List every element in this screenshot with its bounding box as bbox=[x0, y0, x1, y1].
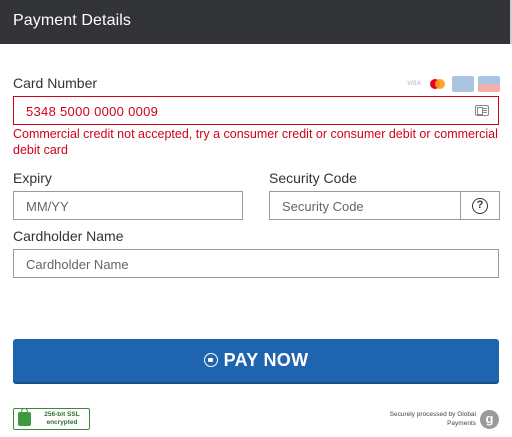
pay-now-label: PAY NOW bbox=[223, 350, 309, 370]
pay-now-content: PAY NOW bbox=[13, 339, 499, 382]
card-icon bbox=[475, 105, 489, 116]
ssl-badge-text: 256-bit SSL encrypted bbox=[44, 411, 80, 426]
security-code-field[interactable]: Security Code bbox=[269, 191, 461, 220]
security-code-placeholder: Security Code bbox=[282, 199, 364, 214]
processor-text: Securely processed by Global Payments bbox=[389, 411, 476, 427]
header-bar: Payment Details bbox=[0, 0, 512, 44]
page-title: Payment Details bbox=[13, 12, 131, 29]
card-number-error: Commercial credit not accepted, try a co… bbox=[13, 127, 498, 157]
ssl-badge: 256-bit SSL encrypted bbox=[13, 408, 90, 430]
global-payments-logo-icon: g bbox=[480, 410, 499, 429]
mastercard-logo-icon bbox=[428, 76, 446, 92]
cardholder-name-field[interactable]: Cardholder Name bbox=[13, 249, 499, 278]
card-number-value: 5348 5000 0000 0009 bbox=[26, 104, 159, 119]
cardholder-name-label: Cardholder Name bbox=[13, 228, 124, 244]
lock-icon bbox=[203, 353, 218, 367]
cardholder-name-placeholder: Cardholder Name bbox=[26, 257, 129, 272]
card-number-label: Card Number bbox=[13, 75, 98, 91]
security-code-label: Security Code bbox=[269, 170, 357, 186]
card-number-field[interactable]: 5348 5000 0000 0009 bbox=[13, 96, 499, 125]
amex-logo-icon bbox=[452, 76, 474, 92]
diners-logo-icon bbox=[478, 76, 500, 92]
visa-logo-icon: VISA bbox=[406, 81, 421, 87]
expiry-placeholder: MM/YY bbox=[26, 199, 69, 214]
expiry-field[interactable]: MM/YY bbox=[13, 191, 243, 220]
padlock-icon bbox=[18, 408, 31, 426]
security-code-help-button[interactable]: ? bbox=[460, 191, 500, 220]
accepted-card-brands: VISA bbox=[405, 76, 501, 92]
question-mark-icon: ? bbox=[472, 198, 488, 214]
expiry-label: Expiry bbox=[13, 170, 52, 186]
pay-now-button[interactable]: PAY NOW bbox=[13, 339, 499, 382]
